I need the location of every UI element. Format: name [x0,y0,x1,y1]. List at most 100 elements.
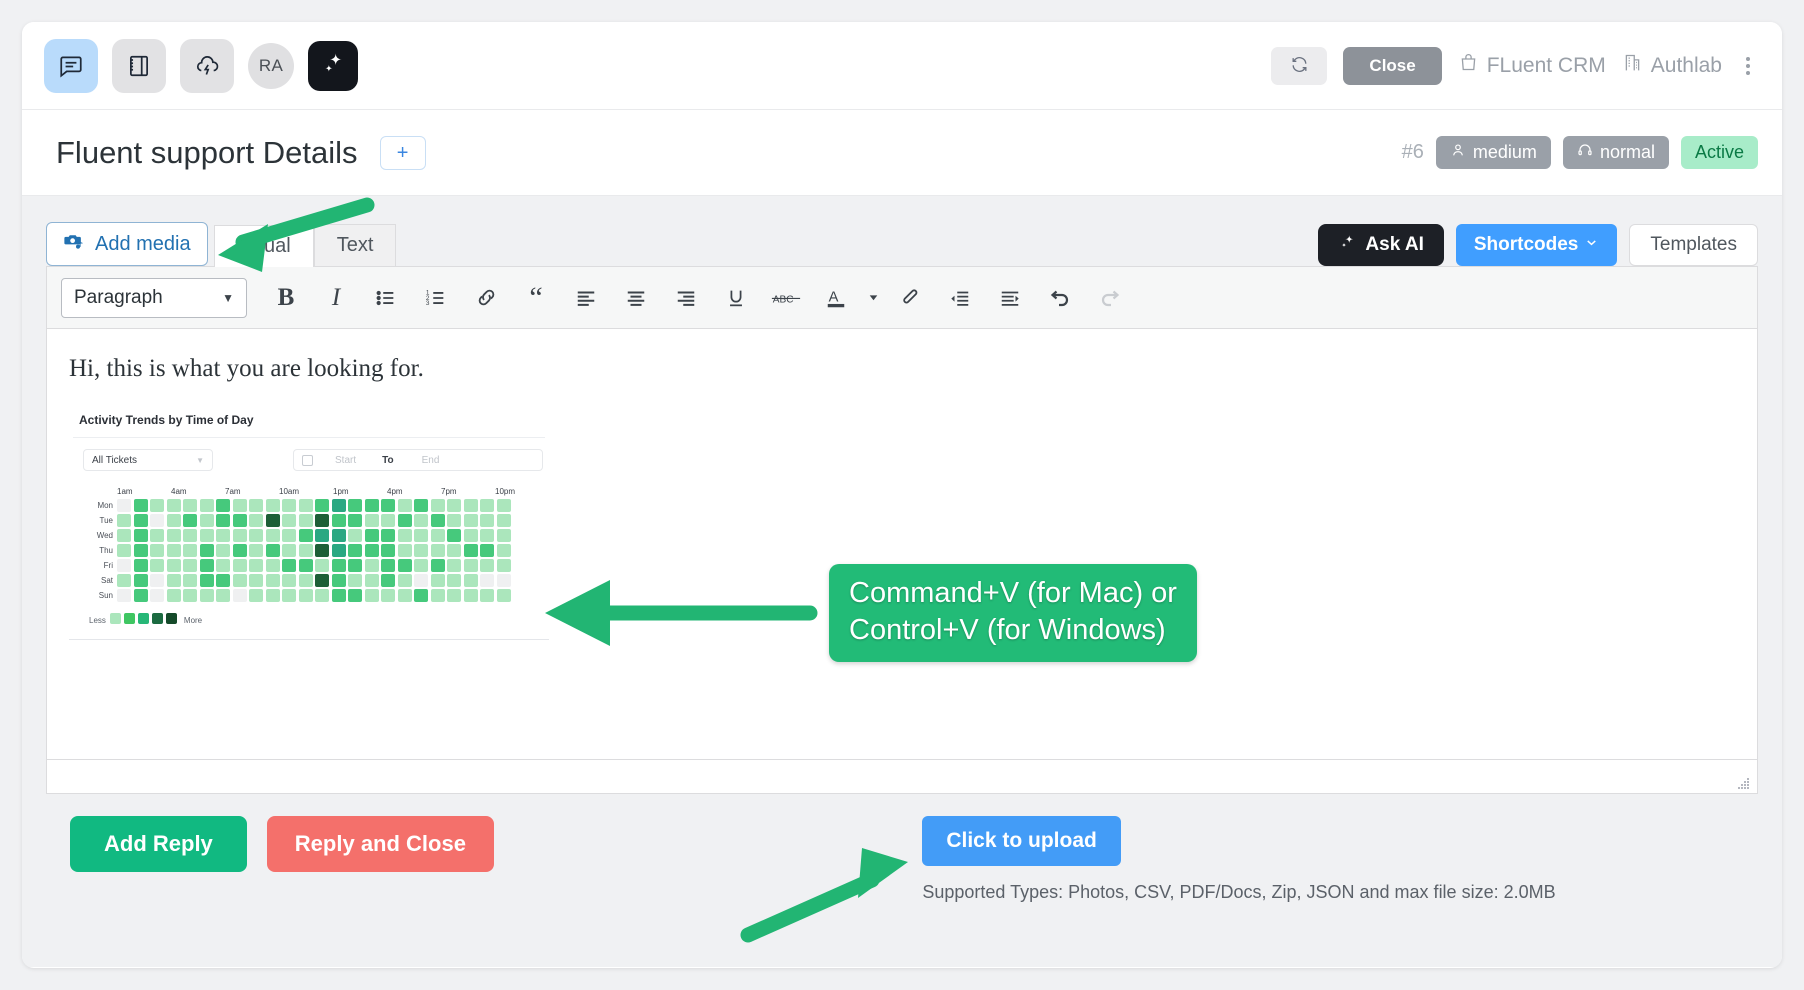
heatmap-cell[interactable] [430,514,445,527]
heatmap-cell[interactable] [414,499,428,512]
heatmap-cell[interactable] [282,529,296,542]
heatmap-cell[interactable] [199,559,214,572]
heatmap-cell[interactable] [282,574,296,587]
heatmap-cell[interactable] [216,544,230,557]
underline-button[interactable] [711,276,761,320]
ticket-filter-select[interactable]: All Tickets ▼ [83,449,213,471]
heatmap-cell[interactable] [199,574,214,587]
heatmap-cell[interactable] [166,574,181,587]
heatmap-cell[interactable] [150,589,164,602]
heatmap-cell[interactable] [397,589,412,602]
heatmap-cell[interactable] [265,529,280,542]
heatmap-cell[interactable] [463,589,478,602]
close-button[interactable]: Close [1343,46,1442,85]
heatmap-cell[interactable] [150,499,164,512]
heatmap-cell[interactable] [282,544,296,557]
heatmap-cell[interactable] [496,559,511,572]
heatmap-cell[interactable] [430,559,445,572]
paragraph-format-select[interactable]: Paragraph ▼ [61,277,247,318]
heatmap-cell[interactable] [397,499,412,512]
heatmap-cell[interactable] [199,589,214,602]
heatmap-cell[interactable] [496,574,511,587]
status-badge-priority[interactable]: medium [1435,136,1551,169]
text-color-chevron-down-icon[interactable] [861,291,885,304]
heatmap-cell[interactable] [133,544,148,557]
heatmap-cell[interactable] [348,574,362,587]
heatmap-cell[interactable] [183,589,197,602]
heatmap-cell[interactable] [216,574,230,587]
heatmap-cell[interactable] [480,559,494,572]
clear-formatting-button[interactable] [885,276,935,320]
heatmap-cell[interactable] [150,529,164,542]
blockquote-button[interactable]: “ [511,276,561,320]
heatmap-cell[interactable] [381,574,395,587]
editor-content[interactable]: Hi, this is what you are looking for. Ac… [47,329,1757,759]
heatmap-cell[interactable] [265,559,280,572]
conversation-icon-button[interactable] [44,38,98,93]
heatmap-cell[interactable] [381,529,395,542]
heatmap-cell[interactable] [480,574,494,587]
heatmap-cell[interactable] [430,544,445,557]
heatmap-cell[interactable] [331,574,346,587]
heatmap-cell[interactable] [331,589,346,602]
heatmap-cell[interactable] [463,514,478,527]
heatmap-cell[interactable] [232,529,247,542]
heatmap-cell[interactable] [166,514,181,527]
date-range-picker[interactable]: Start To End [293,449,543,471]
heatmap-cell[interactable] [414,544,428,557]
heatmap-cell[interactable] [216,499,230,512]
heatmap-cell[interactable] [232,574,247,587]
heatmap-cell[interactable] [397,529,412,542]
heatmap-cell[interactable] [315,544,329,557]
add-media-button[interactable]: Add media [46,222,208,266]
heatmap-cell[interactable] [166,559,181,572]
click-to-upload-button[interactable]: Click to upload [922,816,1121,866]
header-link-authlab[interactable]: Authlab [1622,52,1722,79]
heatmap-cell[interactable] [249,559,263,572]
heatmap-cell[interactable] [463,574,478,587]
heatmap-cell[interactable] [117,544,131,557]
heatmap-cell[interactable] [117,529,131,542]
heatmap-cell[interactable] [249,529,263,542]
heatmap-cell[interactable] [166,544,181,557]
header-link-fluent-crm[interactable]: FLuent CRM [1458,52,1606,79]
heatmap-cell[interactable] [133,499,148,512]
heatmap-cell[interactable] [381,589,395,602]
heatmap-cell[interactable] [348,499,362,512]
heatmap-cell[interactable] [265,544,280,557]
undo-button[interactable] [1035,276,1085,320]
heatmap-cell[interactable] [496,529,511,542]
heatmap-cell[interactable] [348,559,362,572]
heatmap-cell[interactable] [364,589,379,602]
bold-button[interactable]: B [261,276,311,320]
resize-handle-icon[interactable] [1737,777,1751,789]
heatmap-cell[interactable] [430,529,445,542]
heatmap-cell[interactable] [166,589,181,602]
heatmap-cell[interactable] [117,514,131,527]
italic-button[interactable]: I [311,276,361,320]
more-options-button[interactable] [1738,51,1758,81]
heatmap-cell[interactable] [232,544,247,557]
heatmap-cell[interactable] [265,589,280,602]
heatmap-cell[interactable] [216,529,230,542]
heatmap-cell[interactable] [364,574,379,587]
align-right-button[interactable] [661,276,711,320]
heatmap-cell[interactable] [315,559,329,572]
heatmap-cell[interactable] [414,574,428,587]
heatmap-cell[interactable] [480,589,494,602]
heatmap-cell[interactable] [397,544,412,557]
heatmap-cell[interactable] [496,544,511,557]
heatmap-cell[interactable] [249,499,263,512]
heatmap-cell[interactable] [364,559,379,572]
heatmap-cell[interactable] [298,529,313,542]
heatmap-cell[interactable] [381,544,395,557]
heatmap-cell[interactable] [249,574,263,587]
heatmap-cell[interactable] [298,559,313,572]
heatmap-cell[interactable] [232,589,247,602]
heatmap-cell[interactable] [447,559,461,572]
heatmap-cell[interactable] [480,529,494,542]
heatmap-cell[interactable] [447,514,461,527]
heatmap-cell[interactable] [265,574,280,587]
heatmap-cell[interactable] [480,544,494,557]
shortcodes-button[interactable]: Shortcodes [1455,224,1618,266]
